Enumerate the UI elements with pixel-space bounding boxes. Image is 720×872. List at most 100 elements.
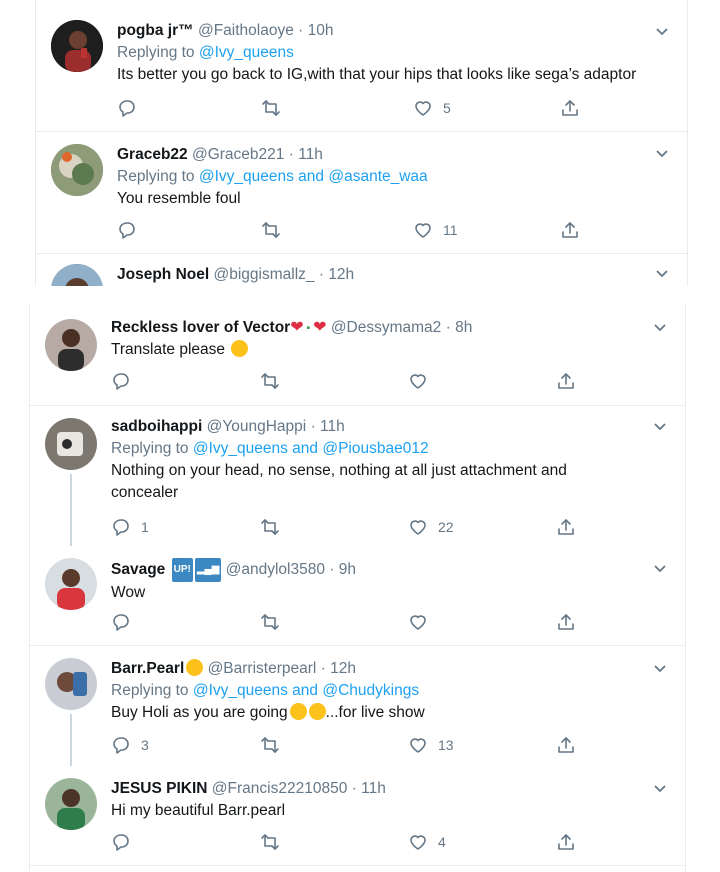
replying-to-prefix: Replying to — [111, 682, 193, 699]
tweet-text: Translate please — [111, 339, 669, 361]
user-handle[interactable]: @Faitholaoye — [198, 22, 294, 39]
share-button[interactable] — [560, 98, 580, 118]
retweet-button[interactable] — [260, 612, 290, 632]
like-button[interactable] — [408, 371, 438, 391]
retweet-button[interactable] — [260, 832, 290, 852]
like-button[interactable]: 11 — [413, 220, 458, 240]
reply-count: 3 — [141, 737, 149, 753]
tweet-header: Graceb22 @Graceb221 · 11h — [117, 144, 671, 166]
tweet-card[interactable]: sadboihappi @YoungHappi · 11h Replying t… — [30, 406, 685, 546]
user-handle[interactable]: @Barristerpearl — [208, 660, 317, 677]
user-handle[interactable]: @Graceb221 — [192, 146, 284, 163]
avatar[interactable] — [45, 418, 97, 470]
timestamp[interactable]: 10h — [308, 22, 334, 39]
retweet-button[interactable] — [260, 371, 290, 391]
tweet-card[interactable]: pogba jr™ @Faitholaoye · 10h Replying to… — [36, 0, 687, 132]
timestamp[interactable]: 8h — [455, 319, 472, 336]
like-button[interactable]: 13 — [408, 735, 454, 755]
chevron-down-icon[interactable] — [653, 22, 671, 40]
like-button[interactable]: 22 — [408, 517, 454, 537]
share-icon — [558, 373, 574, 389]
like-icon — [410, 615, 426, 630]
user-handle[interactable]: @Dessymama2 — [331, 319, 441, 336]
retweet-button[interactable] — [260, 517, 290, 537]
display-name[interactable]: Joseph Noel — [117, 266, 209, 283]
tweet-card[interactable]: JESUS PIKIN @Francis22210850 · 11h Hi my… — [30, 766, 685, 866]
timestamp[interactable]: 12h — [328, 266, 354, 283]
avatar[interactable] — [45, 319, 97, 371]
share-button[interactable] — [560, 220, 580, 240]
display-name[interactable]: Savage — [111, 561, 165, 578]
tweet-card[interactable]: Barr.Pearl @Barristerpearl · 12h Replyin… — [30, 646, 685, 766]
chevron-down-icon[interactable] — [651, 417, 669, 435]
share-icon — [558, 614, 574, 630]
replying-to-prefix: Replying to — [117, 168, 199, 185]
reply-button[interactable] — [111, 832, 141, 852]
avatar[interactable] — [45, 558, 97, 610]
avatar[interactable] — [51, 20, 103, 72]
reply-button[interactable]: 3 — [111, 735, 149, 755]
replying-to: Replying to @Ivy_queens and @asante_waa — [117, 166, 671, 188]
display-name[interactable]: JESUS PIKIN — [111, 780, 207, 797]
tweet-card[interactable]: Reckless lover of Vector❤٠❤ @Dessymama2 … — [30, 305, 685, 406]
share-button[interactable] — [556, 735, 576, 755]
chevron-down-icon[interactable] — [651, 779, 669, 797]
replying-to-link[interactable]: @Ivy_queens and @Chudykings — [193, 682, 419, 699]
reply-button[interactable] — [117, 220, 147, 240]
timestamp[interactable]: 11h — [361, 780, 386, 797]
reply-button[interactable] — [111, 371, 141, 391]
display-name[interactable]: sadboihappi — [111, 418, 202, 435]
replying-to-link[interactable]: @Ivy_queens and @asante_waa — [199, 168, 428, 185]
tweet-header: Joseph Noel @biggismallz_ · 12h — [117, 264, 671, 286]
retweet-button[interactable] — [260, 735, 290, 755]
retweet-icon — [261, 373, 279, 389]
chevron-down-icon[interactable] — [653, 264, 671, 282]
share-button[interactable] — [556, 517, 576, 537]
reply-button[interactable] — [111, 612, 141, 632]
replying-to: Replying to @Ivy_queens and @Piousbae012 — [111, 438, 669, 460]
thread-line — [70, 714, 72, 766]
timestamp[interactable]: 11h — [298, 146, 323, 163]
avatar[interactable] — [51, 264, 103, 286]
timestamp[interactable]: 12h — [330, 660, 356, 677]
like-button[interactable]: 4 — [408, 832, 446, 852]
user-handle[interactable]: @biggismallz_ — [213, 266, 314, 283]
avatar[interactable] — [45, 658, 97, 710]
retweet-button[interactable] — [261, 220, 291, 240]
tweet-text: Wow — [111, 584, 146, 601]
replying-to-link[interactable]: @Ivy_queens — [199, 44, 294, 61]
avatar[interactable] — [45, 778, 97, 830]
timestamp[interactable]: 11h — [320, 418, 345, 435]
red-heart-icon: ❤ — [290, 319, 304, 336]
share-button[interactable] — [556, 832, 576, 852]
avatar[interactable] — [51, 144, 103, 196]
tweet-card[interactable]: Graceb22 @Graceb221 · 11h Replying to @I… — [36, 132, 687, 254]
user-handle[interactable]: @YoungHappi — [207, 418, 307, 435]
like-button[interactable]: 5 — [413, 98, 451, 118]
share-button[interactable] — [556, 612, 576, 632]
user-handle[interactable]: @andylol3580 — [226, 561, 325, 578]
tweet-text: Buy Holi as you are going ...for live sho… — [111, 702, 669, 724]
reply-button[interactable] — [117, 98, 147, 118]
display-name[interactable]: pogba jr™ — [117, 22, 194, 39]
reply-button[interactable]: 1 — [111, 517, 149, 537]
share-button[interactable] — [556, 371, 576, 391]
display-name[interactable]: Barr.Pearl — [111, 660, 184, 677]
chevron-down-icon[interactable] — [651, 318, 669, 336]
user-handle[interactable]: @Francis22210850 — [212, 780, 348, 797]
like-icon — [410, 374, 426, 389]
chevron-down-icon[interactable] — [651, 659, 669, 677]
display-name[interactable]: Reckless lover of Vector — [111, 319, 290, 336]
tweet-card[interactable]: Joseph Noel @biggismallz_ · 12h — [36, 254, 687, 286]
retweet-button[interactable] — [261, 98, 291, 118]
tweet-text-body: Buy Holi as you are going — [111, 704, 288, 721]
display-name[interactable]: Graceb22 — [117, 146, 188, 163]
chevron-down-icon[interactable] — [651, 559, 669, 577]
chevron-down-icon[interactable] — [653, 144, 671, 162]
replying-to-link[interactable]: @Ivy_queens and @Piousbae012 — [193, 440, 429, 457]
retweet-icon — [262, 222, 280, 238]
tweet-card[interactable]: Savage UP! ▂▄▆ @andylol3580 · 9h Wow — [30, 546, 685, 646]
timestamp[interactable]: 9h — [339, 561, 356, 578]
reply-icon — [113, 737, 129, 754]
like-button[interactable] — [408, 612, 438, 632]
